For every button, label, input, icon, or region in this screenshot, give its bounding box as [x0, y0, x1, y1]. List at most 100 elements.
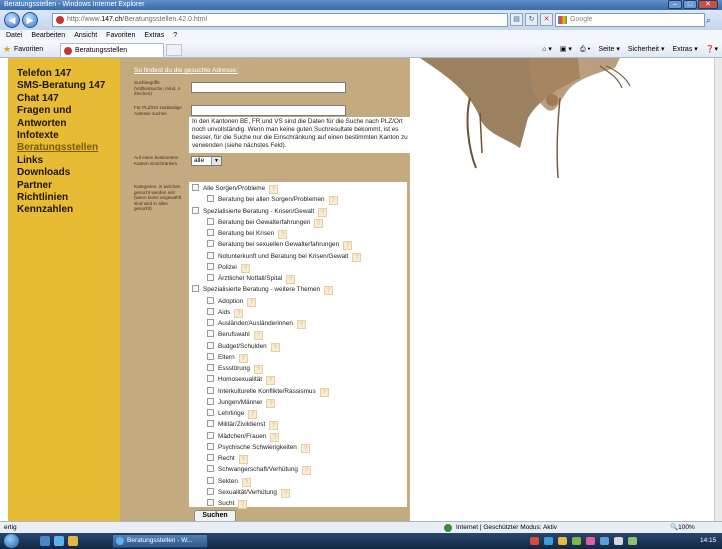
category-label[interactable]: Budget/Schulden: [218, 343, 267, 350]
menu-ansicht[interactable]: Ansicht: [74, 30, 97, 41]
stop-icon[interactable]: ✕: [540, 13, 553, 26]
category-label[interactable]: Beratung bei allen Sorgen/Problemen: [218, 196, 325, 203]
sidebar-item-fragen-und-antworten[interactable]: Fragen und Antworten: [8, 105, 120, 130]
help-icon[interactable]: ?: [270, 342, 280, 352]
help-icon[interactable]: ?: [238, 500, 248, 509]
category-checkbox[interactable]: [207, 296, 214, 304]
menu-help[interactable]: ?: [173, 30, 177, 41]
sidebar-item-telefon-147[interactable]: Telefon 147: [8, 68, 120, 80]
sidebar-item-kennzahlen[interactable]: Kennzahlen: [8, 204, 120, 216]
category-checkbox[interactable]: [207, 229, 214, 236]
category-label[interactable]: Interkulturelle Konflikte/Rassismus: [218, 388, 316, 395]
sidebar-item-links[interactable]: Links: [8, 155, 120, 167]
plz-input[interactable]: [191, 105, 346, 116]
sidebar-item-beratungsstellen[interactable]: Beratungsstellen: [8, 142, 120, 154]
explorer-launch-icon[interactable]: [68, 536, 78, 546]
category-checkbox[interactable]: [207, 195, 214, 203]
category-checkbox[interactable]: [207, 364, 214, 371]
category-checkbox[interactable]: [192, 184, 199, 191]
help-icon[interactable]: ?: [238, 455, 248, 464]
help-icon[interactable]: ?: [253, 365, 263, 374]
favorites-button[interactable]: Favoriten: [14, 41, 43, 58]
help-icon[interactable]: ?: [296, 320, 306, 329]
sidebar-item-partner[interactable]: Partner: [8, 180, 120, 192]
category-checkbox[interactable]: [207, 352, 214, 360]
category-label[interactable]: Sekten: [218, 478, 238, 485]
favorites-star-icon[interactable]: ★: [3, 45, 11, 54]
category-label[interactable]: Jungen/Männer: [218, 399, 262, 406]
category-checkbox[interactable]: [207, 465, 214, 473]
home-icon[interactable]: ⌂ ▾: [542, 41, 552, 58]
help-icon[interactable]: ?: [247, 297, 257, 307]
menu-favoriten[interactable]: Favoriten: [106, 30, 135, 41]
security-zone[interactable]: Internet | Geschützter Modus: Aktiv: [444, 522, 557, 533]
maximize-button[interactable]: □: [683, 0, 697, 9]
browser-tab[interactable]: Beratungsstellen: [60, 43, 164, 57]
tray-icon-4[interactable]: [572, 537, 581, 545]
canton-select[interactable]: alle ▼: [191, 156, 222, 166]
category-checkbox[interactable]: [207, 274, 214, 281]
help-icon[interactable]: ?: [300, 443, 310, 453]
category-checkbox[interactable]: [207, 397, 214, 405]
ie-launch-icon[interactable]: [54, 536, 64, 546]
category-checkbox[interactable]: [207, 330, 214, 338]
network-icon[interactable]: [628, 537, 637, 545]
forward-button[interactable]: ▶: [22, 12, 38, 28]
category-label[interactable]: Mädchen/Frauen: [218, 433, 266, 440]
category-label[interactable]: Schwangerschaft/Verhütung: [218, 466, 298, 473]
category-label[interactable]: Sucht: [218, 500, 234, 507]
tray-icon-6[interactable]: [600, 537, 609, 545]
category-label[interactable]: Psychische Schwierigkeiten: [218, 444, 297, 451]
category-checkbox[interactable]: [207, 240, 214, 248]
help-icon[interactable]: ?: [318, 207, 328, 217]
start-button[interactable]: [4, 534, 19, 548]
category-checkbox[interactable]: [207, 487, 214, 495]
minimize-button[interactable]: –: [668, 0, 682, 9]
keywords-input[interactable]: [191, 82, 346, 93]
address-bar[interactable]: http://www.147.ch/Beratungsstellen.42.0.…: [52, 13, 508, 27]
help-icon[interactable]: ?: [352, 252, 362, 262]
category-label[interactable]: Adoption: [218, 298, 243, 305]
category-label[interactable]: Homosexualität: [218, 376, 262, 383]
category-checkbox[interactable]: [207, 307, 214, 315]
intro-link[interactable]: So findest du die gesuchte Adresse:: [134, 67, 238, 74]
new-tab-button[interactable]: [166, 44, 182, 56]
category-checkbox[interactable]: [207, 319, 214, 326]
category-label[interactable]: Berufswahl: [218, 331, 250, 338]
help-icon[interactable]: ?: [248, 410, 258, 419]
category-label[interactable]: Aids: [218, 309, 230, 316]
category-checkbox[interactable]: [207, 375, 214, 383]
sidebar-item-richtlinien[interactable]: Richtlinien: [8, 192, 120, 204]
zoom-level[interactable]: 🔍100%: [670, 522, 695, 533]
category-checkbox[interactable]: [207, 262, 214, 270]
help-icon[interactable]: ?: [241, 477, 251, 487]
tools-menu[interactable]: Extras ▾: [672, 41, 697, 58]
help-icon[interactable]: ?: [301, 466, 311, 476]
help-icon[interactable]: ?: [270, 432, 280, 442]
category-label[interactable]: Lehrlinge: [218, 410, 244, 417]
tray-icon-1[interactable]: [530, 537, 539, 545]
category-label[interactable]: Ausländer/Ausländerinnen: [218, 320, 293, 327]
category-checkbox[interactable]: [207, 420, 214, 428]
category-checkbox[interactable]: [192, 285, 199, 293]
sidebar-item-sms-beratung-147[interactable]: SMS-Beratung 147: [8, 80, 120, 92]
sidebar-item-infotexte[interactable]: Infotexte: [8, 130, 120, 142]
help-icon[interactable]: ?: [278, 230, 288, 239]
help-icon[interactable]: ?: [234, 308, 244, 318]
volume-icon[interactable]: [614, 537, 623, 545]
help-icon[interactable]: ?: [266, 398, 276, 408]
help-icon[interactable]: ?: [324, 286, 334, 296]
help-icon[interactable]: ?: [280, 488, 290, 498]
tray-icon-3[interactable]: [558, 537, 567, 545]
feeds-icon[interactable]: ▣ ▾: [560, 41, 572, 58]
sidebar-item-chat-147[interactable]: Chat 147: [8, 93, 120, 105]
help-icon[interactable]: ?: [238, 353, 248, 363]
close-button[interactable]: ✕: [698, 0, 718, 9]
category-label[interactable]: Beratung bei Krisen: [218, 230, 274, 237]
category-checkbox[interactable]: [207, 454, 214, 461]
menu-extras[interactable]: Extras: [144, 30, 164, 41]
safety-menu[interactable]: Sicherheit ▾: [628, 41, 665, 58]
help-icon[interactable]: ?: [266, 376, 276, 386]
help-icon[interactable]: ?: [328, 196, 338, 206]
category-checkbox[interactable]: [207, 386, 214, 394]
